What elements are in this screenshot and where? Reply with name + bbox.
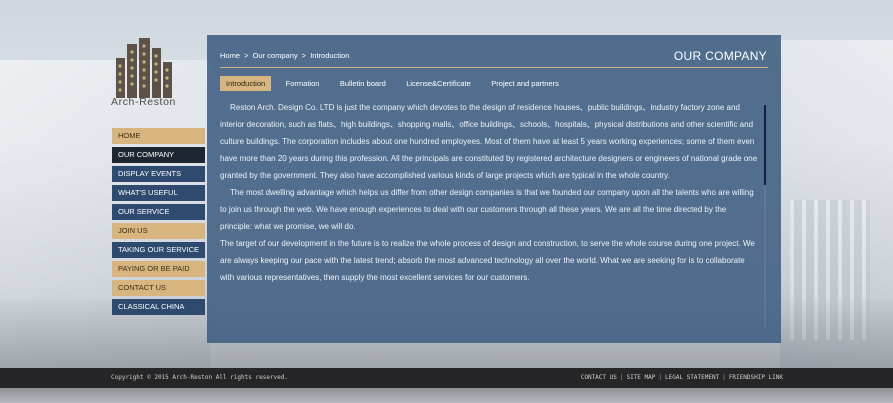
nav-item-classical-china[interactable]: CLASSICAL CHINA — [112, 299, 205, 315]
paragraph: The most dwelling advantage which helps … — [220, 188, 754, 231]
breadcrumb: Home > Our company > Introduction — [220, 51, 351, 60]
background-building-right — [780, 40, 893, 370]
footer-separator: | — [619, 374, 624, 381]
page-title: OUR COMPANY — [673, 49, 767, 63]
nav-item-home[interactable]: HOME — [112, 128, 205, 144]
breadcrumb-our-company[interactable]: Our company — [253, 51, 298, 60]
breadcrumb-introduction: Introduction — [310, 51, 350, 60]
brand-name: Arch-Reston — [111, 96, 176, 108]
main-navigation: HOME OUR COMPANY DISPLAY EVENTS WHAT'S U… — [112, 128, 205, 318]
introduction-text: Reston Arch. Design Co. LTD is just the … — [220, 99, 760, 327]
tab-projects-and-partners[interactable]: Project and partners — [485, 76, 565, 91]
footer-separator: | — [722, 374, 726, 381]
footer-separator: | — [658, 374, 662, 381]
paragraph: Reston Arch. Design Co. LTD is just the … — [220, 103, 758, 180]
paragraph: The target of our development in the fut… — [220, 239, 755, 282]
nav-item-display-events[interactable]: DISPLAY EVENTS — [112, 166, 205, 182]
footer-link-site-map[interactable]: SITE MAP — [626, 374, 655, 381]
breadcrumb-home[interactable]: Home — [220, 51, 240, 60]
footer-link-contact-us[interactable]: CONTACT US — [581, 374, 617, 381]
breadcrumb-separator: > — [244, 51, 249, 60]
background-facade-grid — [790, 200, 870, 340]
nav-item-paying-or-be-paid[interactable]: PAYING OR BE PAID — [112, 261, 205, 277]
tab-license-certificate[interactable]: License&Certificate — [400, 76, 477, 91]
nav-item-our-service[interactable]: OUR SERVICE — [112, 204, 205, 220]
content-panel: Home > Our company > Introduction OUR CO… — [207, 35, 781, 343]
nav-item-taking-our-service[interactable]: TAKING OUR SERVICE — [112, 242, 205, 258]
bottom-background-strip — [0, 388, 893, 403]
footer: Copyright © 2015 Arch-Reston All rights … — [0, 368, 893, 388]
tab-introduction[interactable]: Introduction — [220, 76, 272, 91]
footer-link-friendship-link[interactable]: FRIENDSHIP LINK — [729, 374, 783, 381]
nav-item-whats-useful[interactable]: WHAT'S USEFUL — [112, 185, 205, 201]
nav-item-our-company[interactable]: OUR COMPANY — [112, 147, 205, 163]
section-tabs: Introduction Formation Bulletin board Li… — [220, 73, 569, 91]
nav-item-contact-us[interactable]: CONTACT US — [112, 280, 205, 296]
title-divider — [220, 67, 768, 68]
scrollbar-thumb[interactable] — [764, 105, 766, 185]
footer-links: CONTACT US | SITE MAP | LEGAL STATEMENT | FRIE… — [581, 374, 783, 381]
footer-link-legal-statement[interactable]: LEGAL STATEMENT — [665, 374, 719, 381]
tab-formation[interactable]: Formation — [280, 76, 326, 91]
breadcrumb-separator: > — [301, 51, 307, 60]
tab-bulletin-board[interactable]: Bulletin board — [334, 76, 392, 91]
copyright-text: Copyright © 2015 Arch-Reston All rights … — [111, 374, 289, 381]
nav-item-join-us[interactable]: JOIN US — [112, 223, 205, 239]
